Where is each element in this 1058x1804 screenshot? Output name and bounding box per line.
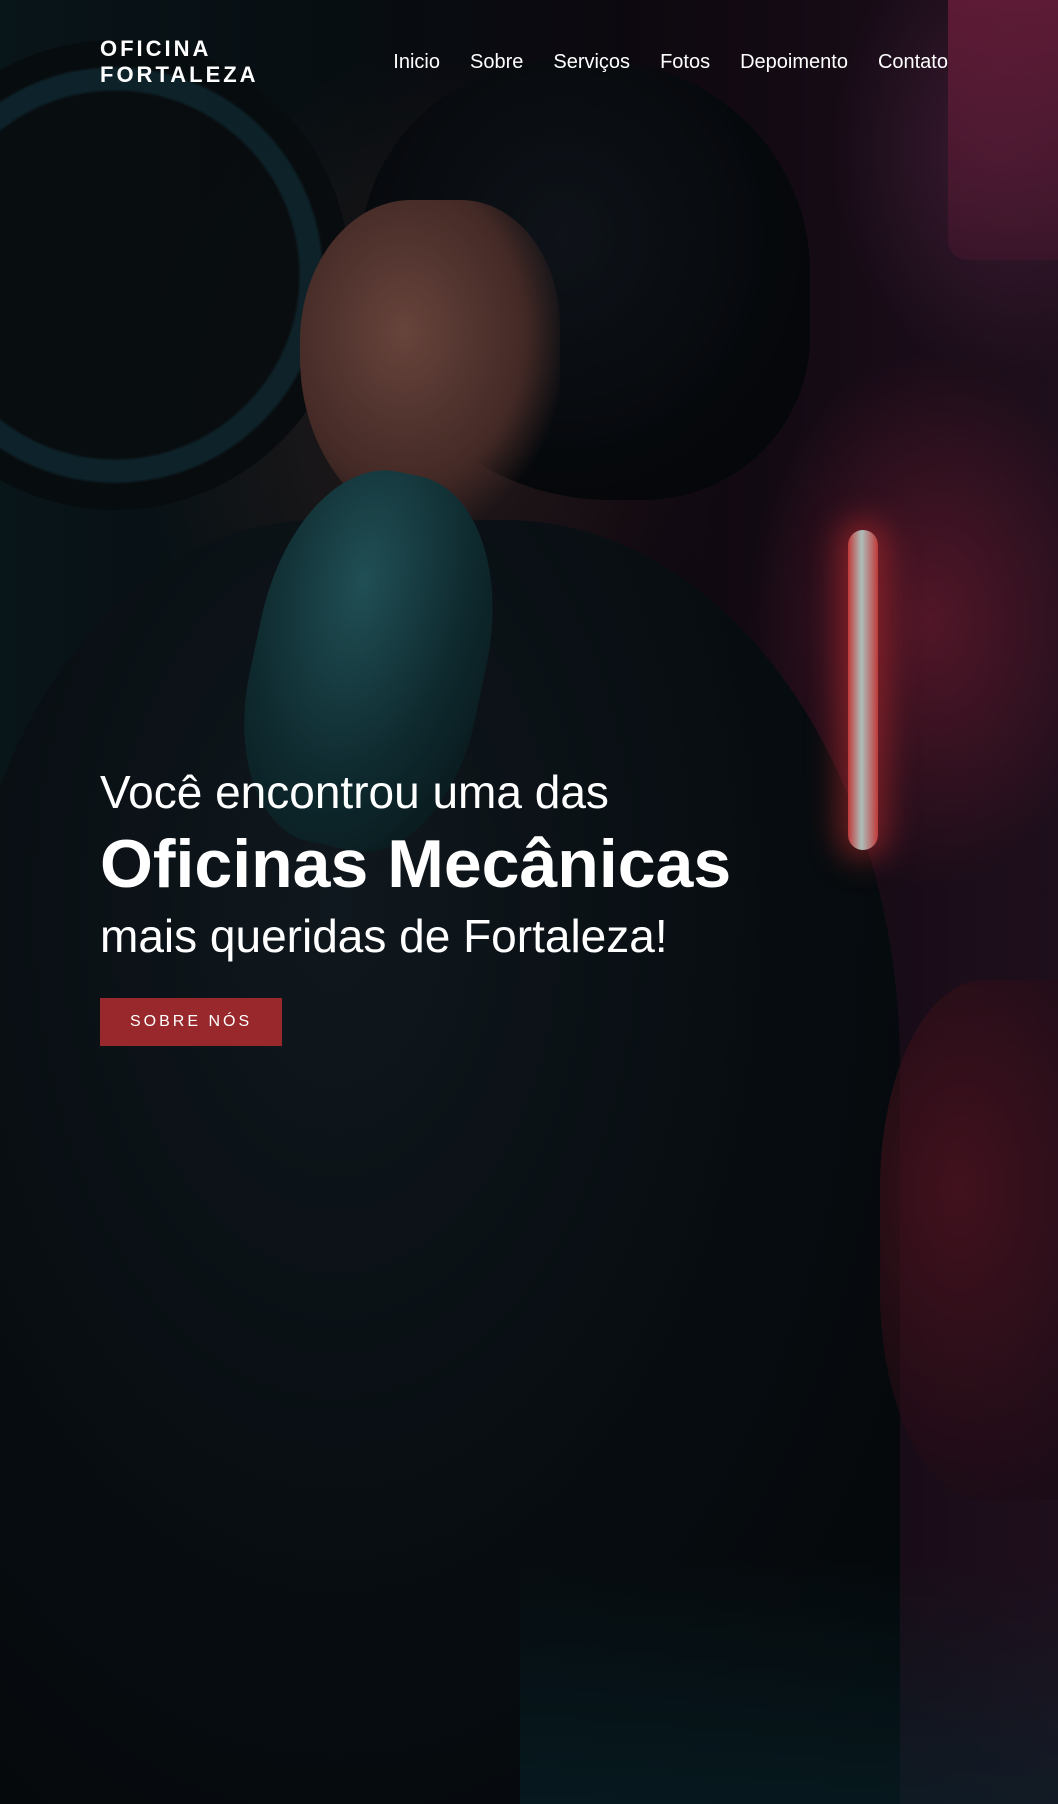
hero-headline: Oficinas Mecânicas xyxy=(100,826,732,902)
nav-item-inicio: Inicio xyxy=(393,48,440,76)
nav-item-fotos: Fotos xyxy=(660,48,710,76)
nav-menu: Inicio Sobre Serviços Fotos Depoimento C… xyxy=(363,48,948,76)
nav-link-contato[interactable]: Contato xyxy=(878,51,948,73)
brand-line-2: FORTALEZA xyxy=(100,62,259,87)
nav-item-depoimento: Depoimento xyxy=(740,48,848,76)
nav-item-servicos: Serviços xyxy=(553,48,630,76)
nav-link-depoimento[interactable]: Depoimento xyxy=(740,51,848,73)
nav-link-fotos[interactable]: Fotos xyxy=(660,51,710,73)
navbar: OFICINA FORTALEZA Inicio Sobre Serviços … xyxy=(0,0,1058,120)
nav-link-servicos[interactable]: Serviços xyxy=(553,51,630,73)
hero-intro-text: Você encontrou uma das xyxy=(100,766,609,818)
nav-item-contato: Contato xyxy=(878,48,948,76)
nav-link-sobre[interactable]: Sobre xyxy=(470,51,523,73)
nav-item-sobre: Sobre xyxy=(470,48,523,76)
hero-content: Você encontrou uma das Oficinas Mecânica… xyxy=(100,762,900,1046)
nav-link-inicio[interactable]: Inicio xyxy=(393,51,440,73)
sobre-nos-button[interactable]: SOBRE NÓS xyxy=(100,998,283,1046)
brand-logo[interactable]: OFICINA FORTALEZA xyxy=(100,36,259,88)
brand-line-1: OFICINA xyxy=(100,36,212,61)
hero-subheadline: mais queridas de Fortaleza! xyxy=(100,910,668,962)
